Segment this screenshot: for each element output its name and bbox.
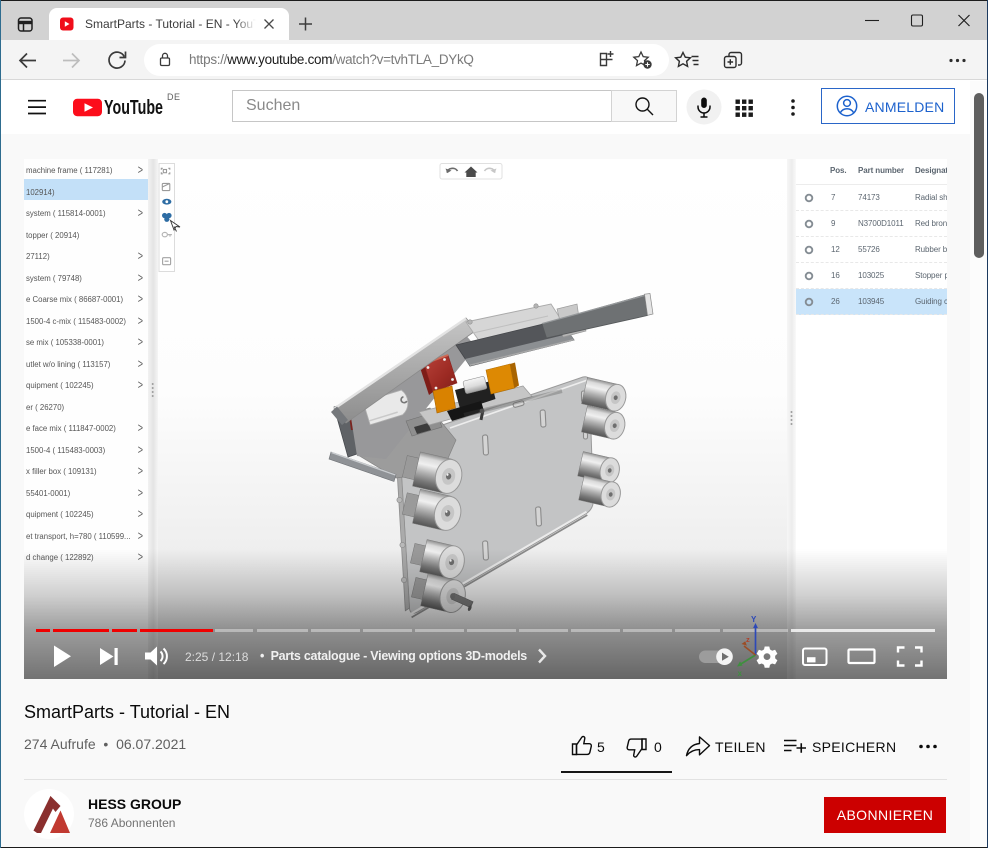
svg-text:YouTube: YouTube: [104, 96, 163, 119]
svg-text:z: z: [746, 635, 750, 644]
svg-text:x: x: [738, 669, 743, 678]
svg-text:Y: Y: [751, 615, 757, 624]
svg-text:DE: DE: [167, 92, 181, 102]
